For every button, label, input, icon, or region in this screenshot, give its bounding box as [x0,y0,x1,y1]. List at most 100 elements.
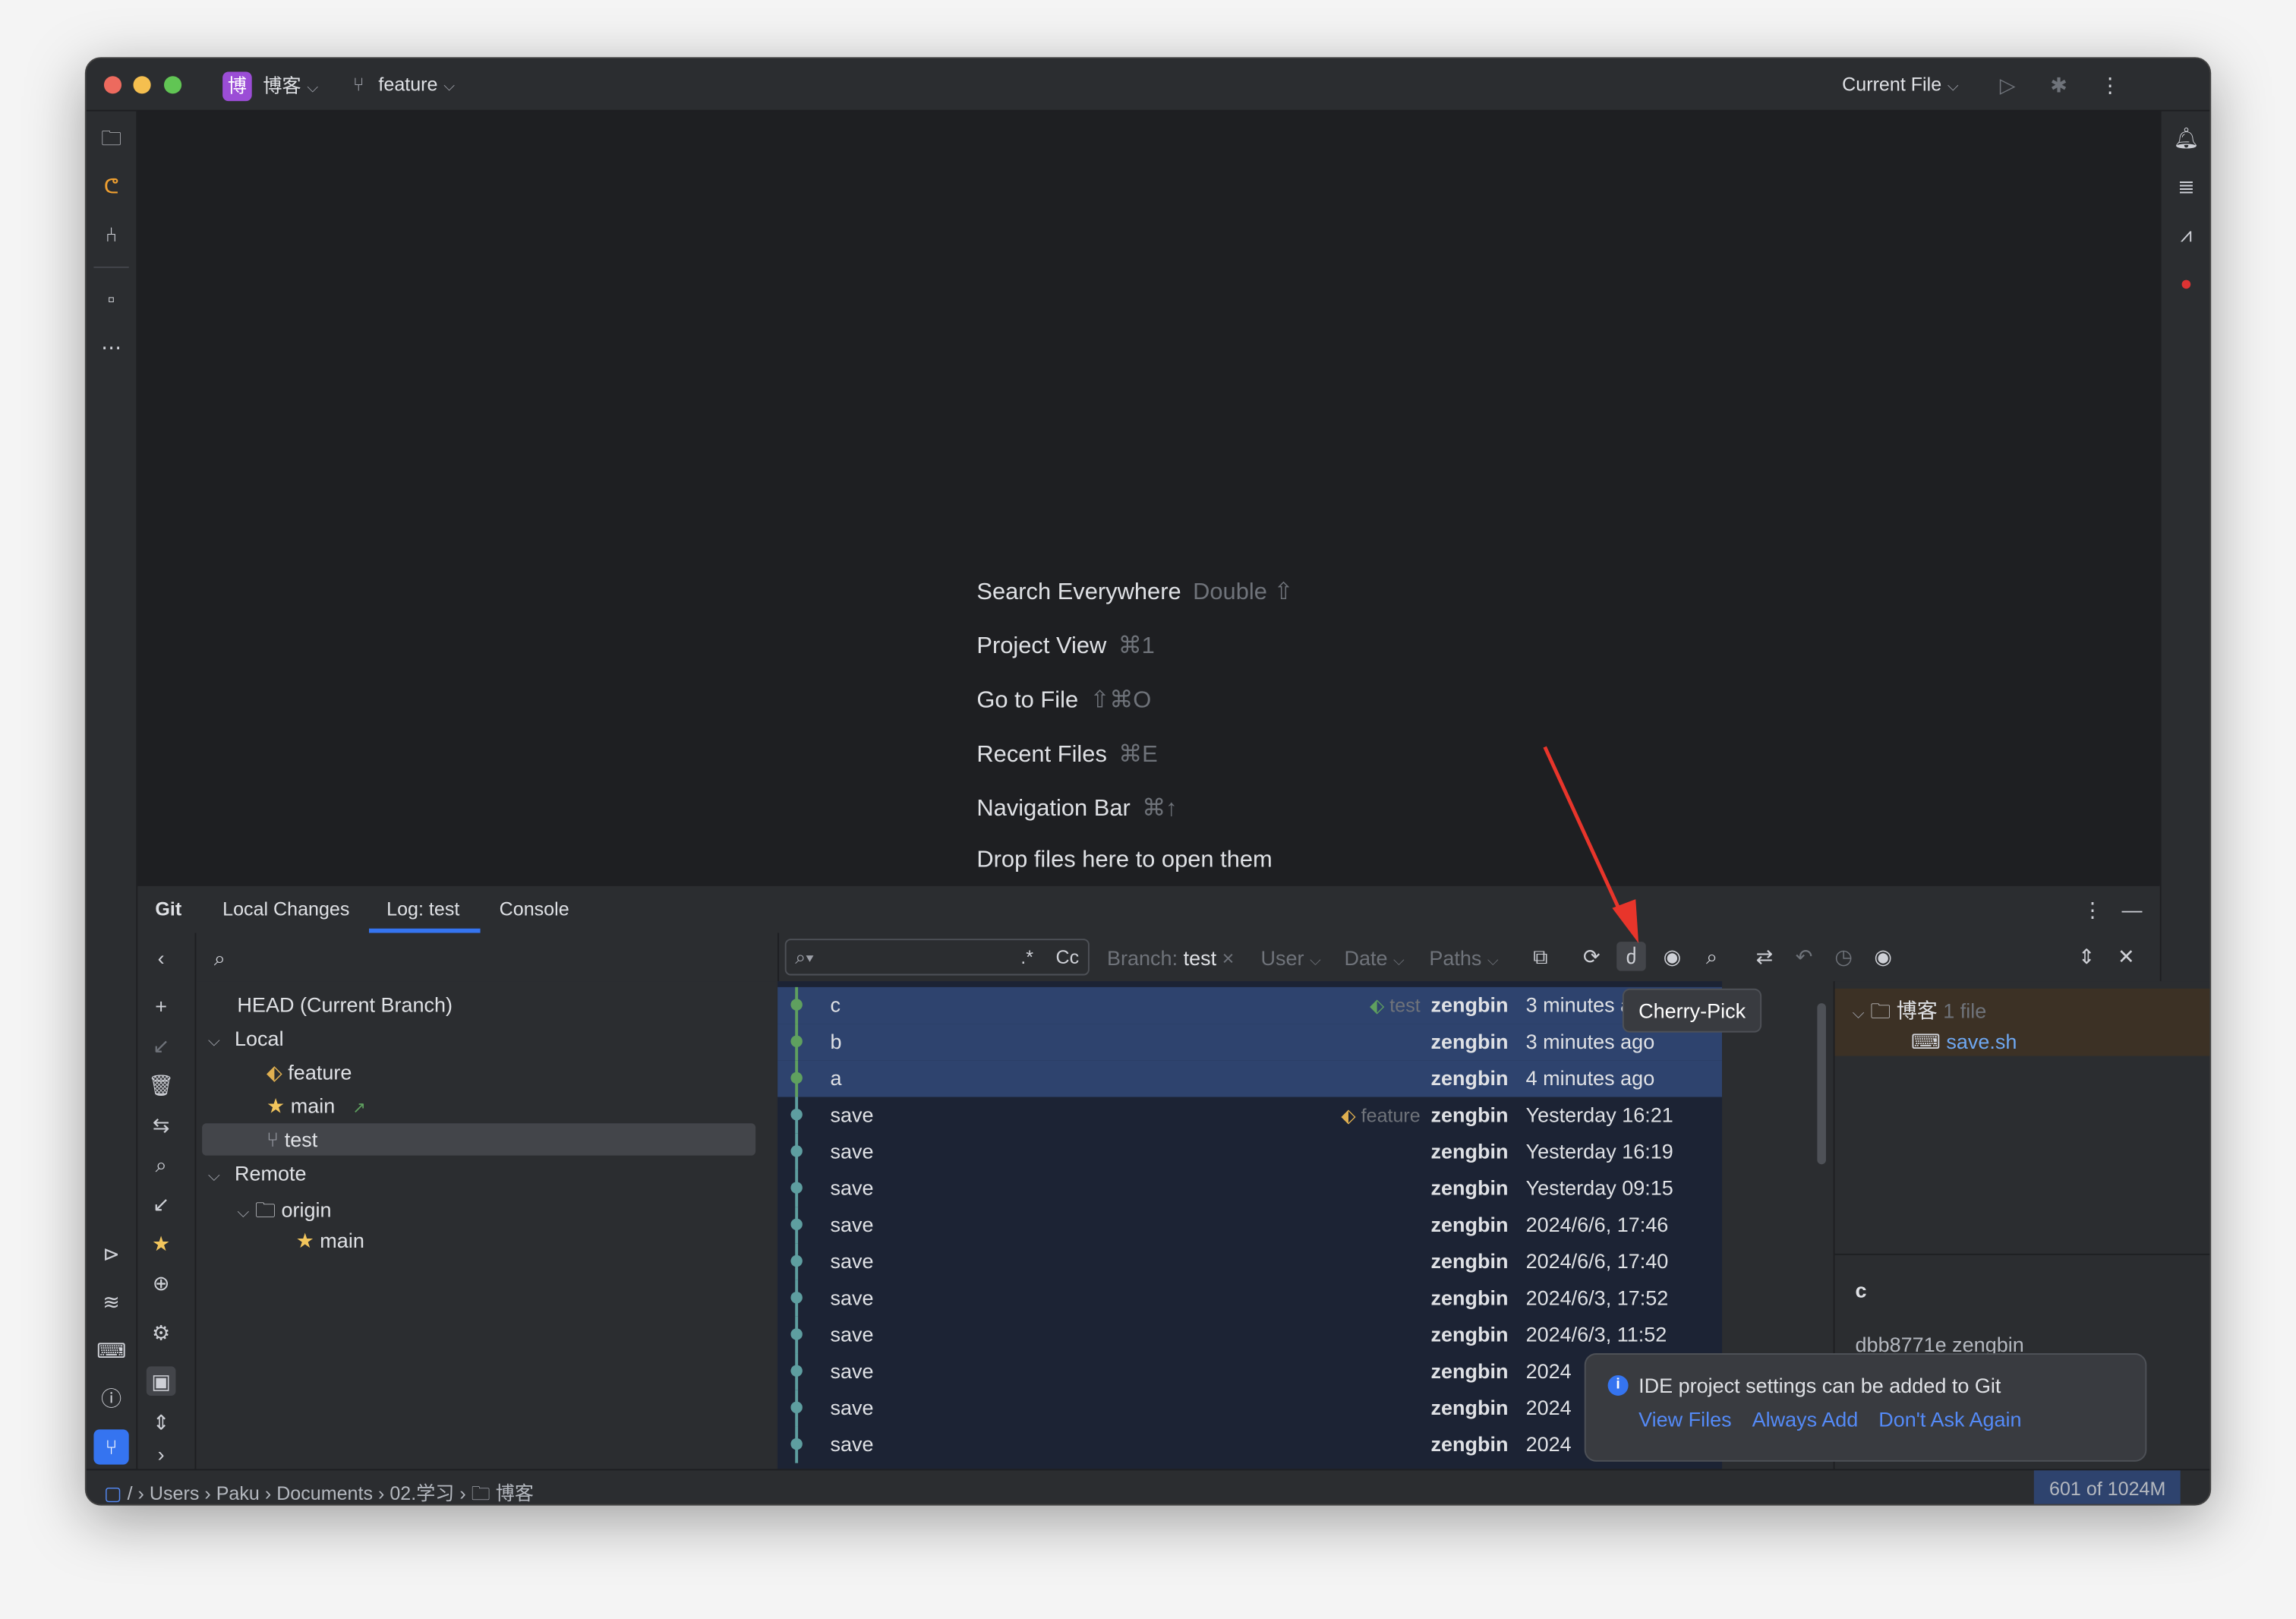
close-window-button[interactable] [103,76,122,94]
log-search-input[interactable]: ⌕▾ .* Cc [784,939,1090,976]
crumb-users[interactable]: Users [150,1482,199,1504]
leetcode-icon[interactable]: ᕦ [96,172,126,201]
options-icon[interactable]: ⋮ [2078,895,2108,924]
remote-branch-main[interactable]: ★ main [296,1229,364,1254]
tracking-arrow-icon: ↗ [352,1100,366,1118]
crumb-blog[interactable]: 博客 [496,1482,534,1504]
favorite-star-icon[interactable]: ★ [147,1229,176,1258]
search-icon[interactable]: ⌕ [147,1150,176,1179]
collapse-all-icon[interactable]: ✕ [2112,942,2141,971]
history-icon[interactable]: ◷ [1829,942,1859,971]
expand-icon[interactable]: ⇕ [147,1407,176,1437]
changed-file-save-sh[interactable]: ⌨ save.sh [1911,1030,2017,1055]
run-icon[interactable]: ▷ [1993,71,2023,100]
folder-icon: 🗀 [471,1482,490,1504]
fetch-icon[interactable]: ↙ [147,1189,176,1219]
tree-remote[interactable]: ⌵ Remote [208,1161,307,1186]
log-scrollbar[interactable] [1817,1003,1826,1165]
minimize-window-button[interactable] [133,76,151,94]
plugin-icon[interactable]: ● [2171,268,2201,298]
tab-console[interactable]: Console [500,898,569,920]
tab-log[interactable]: Log: test [386,898,459,920]
new-branch-icon[interactable]: + [147,992,176,1021]
commit-row[interactable]: c ⬖ test zengbin 3 minutes ago [777,986,1723,1024]
branch-item-main[interactable]: ★ main ↗ [266,1094,366,1119]
search-icon[interactable]: ⌕ [1697,942,1727,971]
settings-icon[interactable]: ⚙ [147,1318,176,1348]
chevron-down-icon: ⌵ [207,1167,220,1185]
branch-item-test[interactable]: ⑂ test [266,1128,317,1151]
update-icon[interactable]: ↙ [147,1031,176,1061]
navigate-icon[interactable]: ⊕ [147,1268,176,1298]
layout-icon[interactable]: ▣ [146,1366,176,1396]
hide-icon[interactable]: — [2118,895,2147,924]
crumb-paku[interactable]: Paku [216,1482,260,1504]
more-options-icon[interactable]: ⋮ [2096,71,2125,100]
run-config-selector[interactable]: Current File ⌵ [1842,73,1958,95]
tree-head[interactable]: HEAD (Current Branch) [237,993,453,1017]
expand-all-icon[interactable]: ⇕ [2072,942,2102,971]
match-case-toggle[interactable]: Cc [1056,946,1080,968]
commit-row[interactable]: save zengbin 2024 [777,1426,1722,1463]
crumb-study[interactable]: 02.学习 [390,1482,454,1504]
commit-row[interactable]: save zengbin 2024/6/3, 11:52 [777,1316,1722,1354]
commit-row[interactable]: save zengbin Yesterday 09:15 [777,1169,1722,1207]
compare-icon[interactable]: ⇆ [147,1110,176,1140]
terminal-icon[interactable]: ⌨ [96,1336,126,1365]
commit-row[interactable]: save zengbin 2024 [777,1390,1722,1427]
project-selector[interactable]: 博 博客 ⌵ [222,71,318,102]
commit-row[interactable]: save zengbin 2024 [777,1353,1722,1390]
branch-item-feature[interactable]: ⬖ feature [266,1060,352,1085]
debug-icon[interactable]: ✱ [2044,71,2074,100]
always-add-link[interactable]: Always Add [1752,1407,1859,1431]
commit-date: Yesterday 16:21 [1525,1103,1673,1127]
commit-author: zengbin [1430,1359,1509,1383]
compare-icon[interactable]: ⇄ [1750,942,1780,971]
branch-search[interactable]: ⌕ [196,933,776,982]
pull-requests-icon[interactable]: ⑃ [96,219,126,249]
collapse-left-icon[interactable]: ‹ [147,943,176,973]
left-tool-strip: 🗀 ᕦ ⑃ ▫ ⋯ ⊳ ≋ ⌨ ⓘ ⑂ [86,111,138,1469]
git-tool-icon[interactable]: ⑂ [93,1429,129,1465]
revert-icon[interactable]: ↶ [1790,942,1819,971]
commit-row[interactable]: save zengbin 2024/6/6, 17:46 [777,1207,1722,1244]
maximize-window-button[interactable] [164,76,182,94]
graph-node [790,1035,803,1047]
commit-row[interactable]: save zengbin 2024/6/3, 17:52 [777,1280,1722,1317]
paths-filter[interactable]: Paths ⌵ [1429,946,1498,970]
next-icon[interactable]: › [147,1440,176,1469]
commit-row[interactable]: a zengbin 4 minutes ago [777,1060,1723,1097]
commit-row[interactable]: b zengbin 3 minutes ago [777,1024,1723,1061]
branch-selector[interactable]: ⑂ feature ⌵ [353,73,455,95]
branch-name: feature [378,73,438,96]
changed-folder[interactable]: ⌵ 🗀 博客 1 file [1853,996,1987,1030]
user-filter[interactable]: User ⌵ [1261,946,1321,970]
tree-origin[interactable]: ⌵ 🗀 origin [237,1195,331,1230]
tree-local[interactable]: ⌵ Local [208,1027,284,1052]
chevron-down-icon: ⌵ [307,80,318,97]
crumb-documents[interactable]: Documents [276,1482,373,1504]
crumb[interactable]: › [138,1482,150,1504]
eye-options-icon[interactable]: ◉ [1869,942,1898,971]
problems-icon[interactable]: ⓘ [96,1384,126,1414]
graph-node [790,1438,803,1450]
profiler-icon[interactable]: ⩘ [2171,219,2201,249]
database-icon[interactable]: ≣ [2171,172,2201,201]
branch-filter[interactable]: Branch: test × [1107,946,1234,970]
regex-toggle[interactable]: .* [1020,946,1033,968]
commit-row[interactable]: save ⬖ feature zengbin Yesterday 16:21 [777,1097,1722,1134]
project-folder-icon[interactable]: 🗀 [96,123,126,153]
structure-icon[interactable]: ▫ [96,284,126,314]
tab-local-changes[interactable]: Local Changes [222,898,349,920]
dont-ask-again-link[interactable]: Don't Ask Again [1878,1407,2021,1431]
delete-icon[interactable]: 🗑︎ [147,1071,176,1100]
commit-row[interactable]: save zengbin Yesterday 16:19 [777,1133,1722,1170]
notifications-icon[interactable]: 🔔︎ [2171,123,2201,153]
services-icon[interactable]: ⊳ [96,1239,126,1269]
more-tools-icon[interactable]: ⋯ [96,333,126,362]
commit-row[interactable]: save zengbin 2024/6/6, 17:40 [777,1243,1722,1280]
memory-indicator[interactable]: 601 of 1024M [2034,1470,2181,1504]
date-filter[interactable]: Date ⌵ [1344,946,1404,970]
view-files-link[interactable]: View Files [1638,1407,1732,1431]
layers-icon[interactable]: ≋ [96,1287,126,1317]
